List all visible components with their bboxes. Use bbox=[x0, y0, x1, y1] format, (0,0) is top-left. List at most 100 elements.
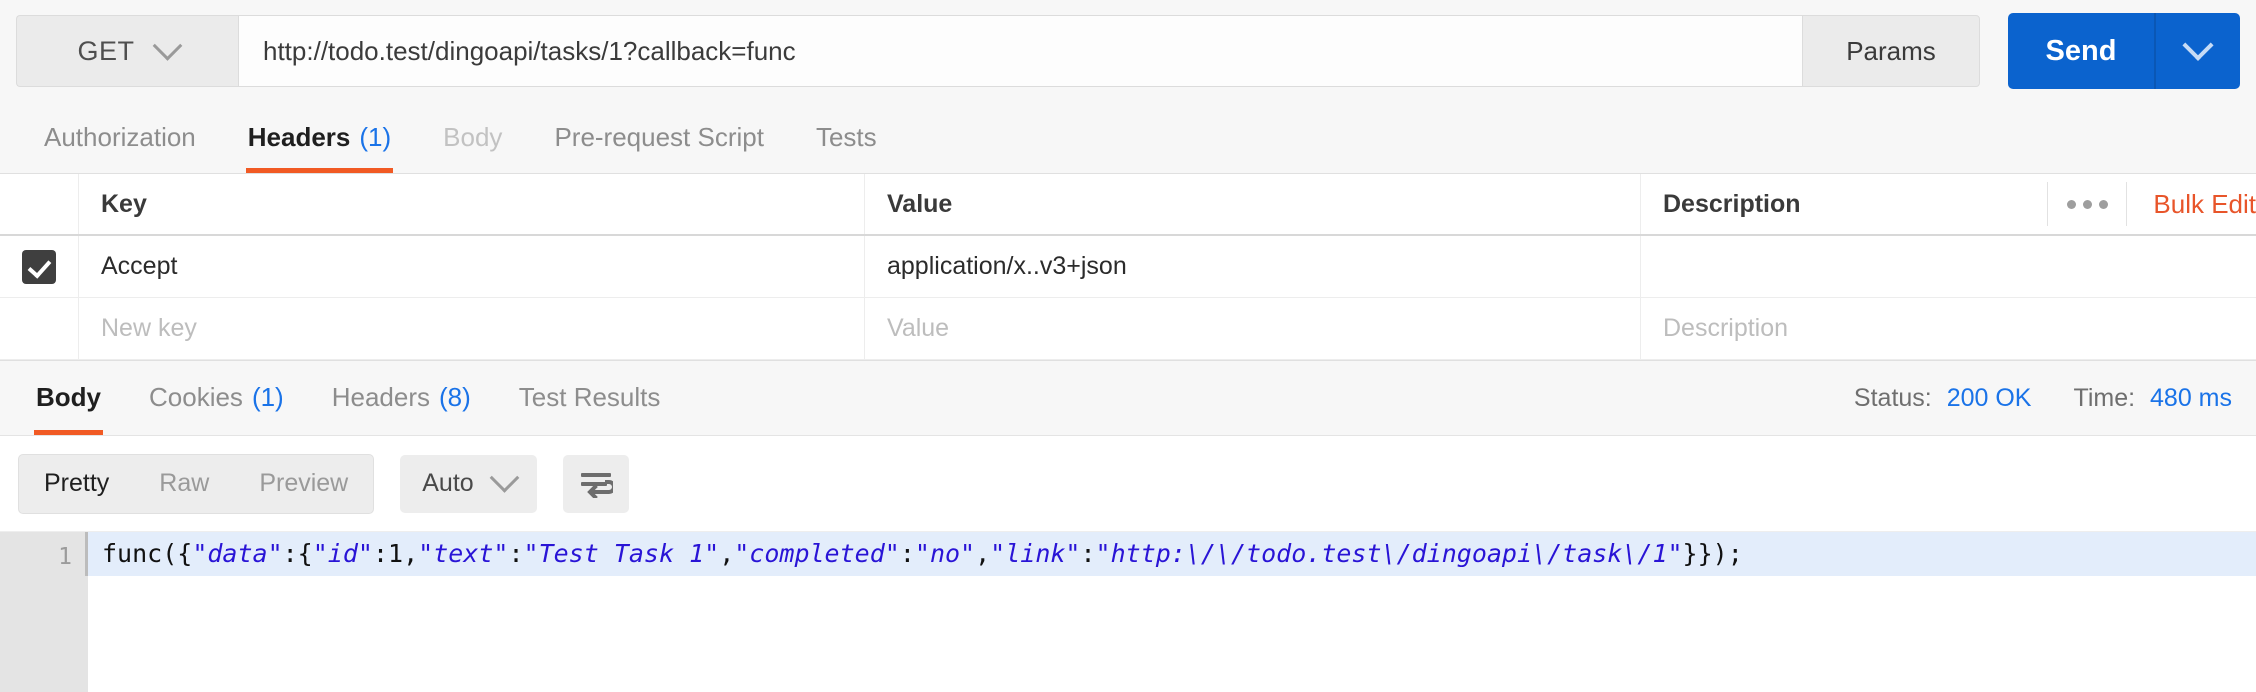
column-header-description: Description Bulk Edit bbox=[1641, 174, 2256, 234]
word-wrap-icon bbox=[580, 472, 613, 498]
tab-count-badge: (1) bbox=[251, 381, 284, 412]
tab-label: Test Results bbox=[518, 381, 661, 412]
tab-label: Pre-request Script bbox=[554, 121, 764, 152]
code-token: "no" bbox=[914, 539, 976, 568]
code-token: : bbox=[372, 539, 389, 568]
format-label: Auto bbox=[422, 469, 474, 497]
response-tab-headers[interactable]: Headers (8) bbox=[308, 359, 495, 435]
tab-headers[interactable]: Headers (1) bbox=[222, 101, 417, 173]
new-row-value-input[interactable]: Value bbox=[865, 298, 1641, 359]
tab-label: Tests bbox=[815, 121, 877, 152]
code-token: "data" bbox=[192, 539, 283, 568]
time-badge: Time: 480 ms bbox=[2073, 384, 2232, 413]
column-header-value: Value bbox=[865, 174, 1641, 234]
code-token: : bbox=[508, 539, 524, 568]
headers-table: Key Value Description Bulk Edit Accept a… bbox=[0, 174, 2256, 360]
placeholder-text: Description bbox=[1663, 314, 1789, 342]
response-tab-body[interactable]: Body bbox=[12, 359, 125, 435]
view-mode-preview[interactable]: Preview bbox=[234, 455, 373, 513]
code-token: :{ bbox=[282, 539, 313, 568]
tab-authorization[interactable]: Authorization bbox=[18, 101, 222, 173]
code-token: }}); bbox=[1682, 539, 1743, 568]
table-row: Accept application/x..v3+json bbox=[0, 236, 2256, 298]
request-tabs: Authorization Headers (1) Body Pre-reque… bbox=[0, 102, 2256, 174]
column-label: Value bbox=[887, 189, 953, 218]
response-body-toolbar: Pretty Raw Preview Auto bbox=[0, 436, 2256, 532]
tab-count-badge: (1) bbox=[359, 121, 392, 152]
table-header-row: Key Value Description Bulk Edit bbox=[0, 174, 2256, 236]
chevron-down-icon bbox=[2182, 29, 2214, 61]
status-value: 200 OK bbox=[1946, 384, 2032, 412]
code-token: , bbox=[719, 539, 735, 568]
tab-count-badge: (8) bbox=[439, 381, 471, 412]
tab-label: Headers bbox=[331, 381, 430, 412]
placeholder-text: Value bbox=[887, 314, 950, 342]
time-value: 480 ms bbox=[2150, 384, 2232, 412]
http-method-label: GET bbox=[77, 35, 135, 66]
bulk-edit-button[interactable]: Bulk Edit bbox=[2126, 182, 2256, 226]
column-header-key: Key bbox=[79, 174, 865, 234]
table-row-new: New key Value Description bbox=[0, 298, 2256, 360]
status-label: Status: bbox=[1853, 384, 1932, 412]
code-token: "completed" bbox=[734, 539, 900, 568]
new-row-key-input[interactable]: New key bbox=[79, 298, 865, 359]
tab-body[interactable]: Body bbox=[417, 101, 528, 173]
response-tab-test-results[interactable]: Test Results bbox=[495, 359, 685, 435]
dot bbox=[2066, 199, 2076, 209]
code-token: func({ bbox=[102, 539, 193, 568]
params-button[interactable]: Params bbox=[1802, 15, 1980, 87]
tab-tests[interactable]: Tests bbox=[790, 101, 903, 173]
header-checkbox-column bbox=[0, 174, 79, 234]
send-button[interactable]: Send bbox=[2008, 13, 2154, 89]
new-row-checkbox-cell bbox=[0, 298, 79, 359]
http-method-select[interactable]: GET bbox=[16, 15, 238, 87]
placeholder-text: New key bbox=[101, 314, 197, 342]
view-mode-segmented-control: Pretty Raw Preview bbox=[18, 453, 375, 514]
code-token: 1 bbox=[388, 539, 404, 568]
send-options-button[interactable] bbox=[2154, 13, 2240, 89]
column-label: Description bbox=[1663, 189, 1801, 218]
chevron-down-icon bbox=[489, 462, 520, 493]
request-url-bar: GET http://todo.test/dingoapi/tasks/1?ca… bbox=[0, 0, 2256, 102]
response-body-viewer: 1 func({"data":{"id":1,"text":"Test Task… bbox=[0, 532, 2256, 692]
headers-table-actions: Bulk Edit bbox=[2047, 173, 2256, 235]
view-mode-raw[interactable]: Raw bbox=[134, 455, 234, 513]
row-value-input[interactable]: application/x..v3+json bbox=[865, 236, 1641, 297]
code-token: "text" bbox=[418, 539, 509, 568]
column-label: Key bbox=[101, 189, 147, 218]
code-line[interactable]: func({"data":{"id":1,"text":"Test Task 1… bbox=[85, 532, 2256, 576]
response-meta: Status: 200 OK Time: 480 ms bbox=[1854, 384, 2232, 435]
time-label: Time: bbox=[2073, 384, 2136, 412]
status-badge: Status: 200 OK bbox=[1854, 384, 2032, 413]
line-number: 1 bbox=[58, 544, 72, 570]
row-enabled-checkbox[interactable] bbox=[22, 249, 56, 284]
dot bbox=[2082, 199, 2092, 209]
code-token: "Test Task 1" bbox=[523, 539, 720, 568]
tab-label: Authorization bbox=[44, 121, 196, 152]
row-description-input[interactable] bbox=[1641, 236, 2256, 297]
tab-label: Body bbox=[36, 381, 101, 412]
url-input[interactable]: http://todo.test/dingoapi/tasks/1?callba… bbox=[238, 15, 1802, 87]
line-number-gutter: 1 bbox=[0, 532, 88, 692]
response-tab-cookies[interactable]: Cookies (1) bbox=[125, 359, 308, 435]
format-select[interactable]: Auto bbox=[400, 454, 537, 513]
code-token: , bbox=[403, 539, 419, 568]
tab-label: Headers bbox=[247, 121, 351, 152]
code-lines[interactable]: func({"data":{"id":1,"text":"Test Task 1… bbox=[85, 532, 2256, 692]
dot bbox=[2098, 199, 2108, 209]
code-token: : bbox=[1080, 539, 1096, 568]
new-row-description-input[interactable]: Description bbox=[1641, 298, 2256, 359]
code-token: , bbox=[975, 539, 991, 568]
code-token: "http:\/\/todo.test\/dingoapi\/task\/1" bbox=[1095, 539, 1683, 568]
view-mode-pretty[interactable]: Pretty bbox=[19, 455, 134, 513]
send-button-group: Send bbox=[2008, 13, 2240, 89]
row-key-input[interactable]: Accept bbox=[79, 236, 865, 297]
response-tabs: Body Cookies (1) Headers (8) Test Result… bbox=[0, 360, 2256, 436]
word-wrap-button[interactable] bbox=[562, 454, 629, 513]
ellipsis-icon[interactable] bbox=[2047, 182, 2126, 226]
tab-label: Body bbox=[443, 121, 503, 152]
code-token: "id" bbox=[312, 539, 373, 568]
code-token: "link" bbox=[990, 539, 1081, 568]
row-checkbox-cell bbox=[0, 236, 79, 297]
tab-pre-request-script[interactable]: Pre-request Script bbox=[528, 101, 790, 173]
